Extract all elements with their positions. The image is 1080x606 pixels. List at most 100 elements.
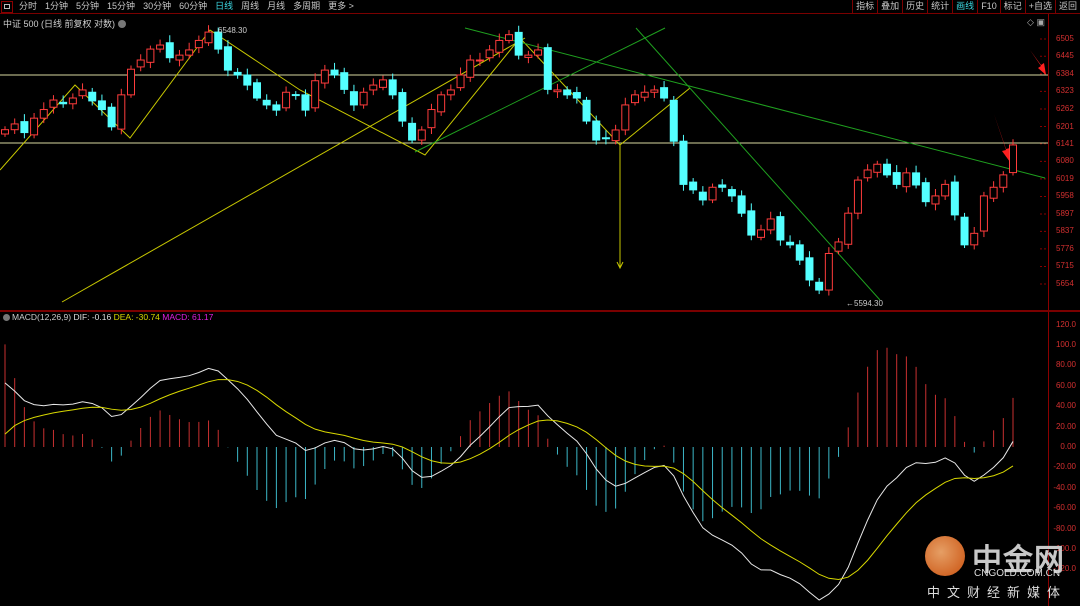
candle-up [844, 212, 853, 245]
candle-up [437, 94, 446, 113]
candle-up [127, 68, 135, 96]
candle-up [175, 54, 184, 61]
price-tick: 6445 [1056, 51, 1074, 61]
candle-up [1, 129, 9, 135]
low-value: 5594.30 [854, 299, 883, 308]
candle-down [301, 94, 310, 111]
price-tick: 6080 [1056, 156, 1074, 166]
candle-down [165, 42, 174, 59]
candle-down [243, 74, 252, 86]
candle-down [59, 101, 68, 105]
logo-emblem [925, 536, 965, 576]
candle-down [660, 87, 669, 99]
price-tick: 6141 [1056, 138, 1074, 148]
macd-tick: 100.0 [1055, 340, 1076, 349]
candle-down [253, 82, 261, 99]
red-arrow-2 [1030, 50, 1046, 75]
macd-tick: -80.00 [1053, 523, 1076, 533]
macd-tick: -60.00 [1053, 503, 1076, 513]
candle-up [979, 195, 988, 232]
candle-down [107, 106, 116, 128]
candle-up [853, 179, 862, 214]
macd-name: MACD(12,26,9) [12, 312, 72, 322]
low-label: ←5594.30 [846, 299, 883, 308]
candle-down [689, 181, 698, 191]
candle-up [534, 49, 543, 56]
macd-tick: 40.00 [1055, 401, 1076, 411]
candle-up [68, 97, 77, 105]
tool-button-8[interactable]: 返回 [1054, 0, 1080, 14]
macd-dea: DEA: -30.74 [113, 312, 160, 322]
candle-down [514, 31, 523, 56]
candle-up [873, 163, 882, 173]
candle-up [446, 89, 455, 96]
candle-down [330, 69, 339, 76]
candle-down [776, 216, 785, 241]
candle-down [795, 244, 804, 261]
candle-down [272, 104, 281, 111]
trend-line-green-2 [635, 27, 881, 301]
candle-up [640, 91, 649, 98]
candle-down [349, 91, 358, 106]
price-tick: 5958 [1056, 191, 1074, 201]
price-tick: 6505 [1056, 34, 1074, 43]
candle-up [708, 186, 717, 201]
price-tick: 5715 [1056, 261, 1074, 271]
macd-dif: DIF: -0.16 [73, 312, 112, 322]
macd-settings-icon[interactable] [3, 314, 10, 321]
candle-up [78, 89, 87, 97]
candle-down [805, 257, 814, 281]
candle-up [485, 49, 494, 59]
candle-up [902, 172, 911, 188]
candle-up [650, 89, 659, 93]
candle-up [970, 232, 979, 246]
candle-up [824, 252, 833, 291]
red-arrow-1 [994, 114, 1010, 162]
candle-down [669, 99, 678, 142]
candle-up [553, 89, 562, 93]
candle-down [262, 99, 271, 106]
macd-tick: 20.00 [1055, 421, 1076, 431]
candle-up [427, 109, 436, 129]
price-tick: 6201 [1056, 121, 1074, 131]
candle-up [282, 91, 291, 109]
candle-up [311, 80, 320, 109]
price-tick: 6384 [1056, 68, 1074, 78]
candle-up [39, 109, 48, 119]
candle-down [912, 172, 921, 186]
candle-down [572, 92, 581, 99]
candle-down [223, 46, 232, 71]
candle-down [601, 137, 610, 140]
logo-url: CNGOLD.COM.CN [974, 568, 1061, 579]
candle-down [679, 140, 688, 185]
candle-down [388, 79, 397, 96]
candle-down [408, 122, 417, 141]
candle-up [379, 79, 387, 88]
chart-canvas[interactable] [0, 0, 1048, 606]
candle-up [136, 59, 145, 68]
candle-down [20, 121, 29, 134]
price-tick: 5654 [1056, 279, 1074, 288]
candle-down [737, 195, 746, 214]
candle-up [204, 31, 213, 44]
macd-tick: -40.00 [1053, 482, 1076, 492]
candle-down [340, 72, 349, 90]
candle-down [921, 182, 930, 203]
macd-tick: 0.00 [1060, 442, 1076, 451]
candle-up [146, 48, 155, 63]
high-label: 6548.30 [218, 26, 247, 35]
candle-down [786, 241, 795, 246]
macd-tick: 60.00 [1055, 380, 1076, 390]
price-tick: 6323 [1056, 86, 1074, 96]
candle-down [747, 210, 756, 236]
price-tick: 5776 [1056, 243, 1074, 253]
macd-value: MACD: 61.17 [162, 312, 214, 322]
candle-down [563, 89, 572, 96]
candle-up [117, 94, 126, 130]
candle-up [185, 49, 194, 56]
candle-down [97, 100, 106, 111]
candle-up [495, 39, 504, 53]
candle-up [834, 241, 843, 252]
candle-up [475, 59, 484, 62]
trend-line-green-1 [464, 27, 1046, 179]
